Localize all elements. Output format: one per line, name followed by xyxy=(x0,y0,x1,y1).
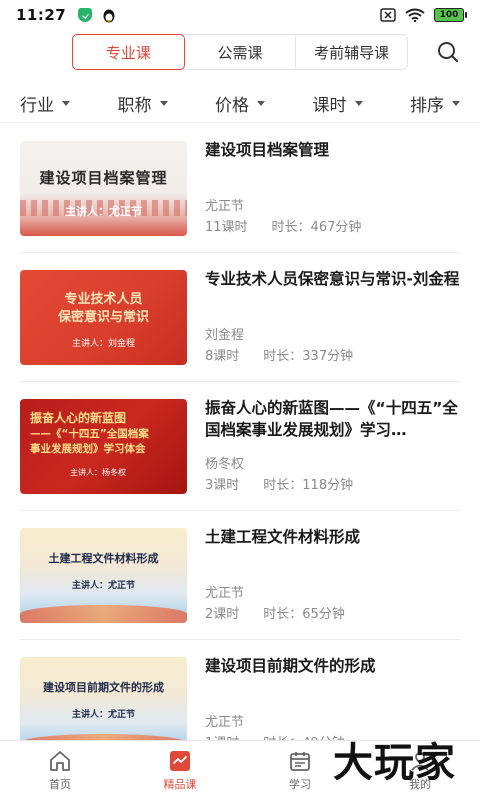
course-thumbnail: 振奋人心的新蓝图 ——《“十四五”全国档案 事业发展规划》学习体会 主讲人：杨冬… xyxy=(20,399,187,494)
thumbnail-speaker: 主讲人：杨冬权 xyxy=(70,468,126,477)
course-thumbnail: 建设项目档案管理 主讲人：尤正节 xyxy=(20,141,187,236)
course-author: 尤正节 xyxy=(205,715,245,730)
thumbnail-speaker: 主讲人：刘金程 xyxy=(71,339,135,349)
course-title: 建设项目档案管理 xyxy=(205,141,330,159)
course-stats: 8课时 时长：337分钟 xyxy=(205,345,353,364)
filter-bar: 行业 职称 价格 课时 排序 xyxy=(0,86,480,120)
thumbnail-title: ——《“十四五”全国档案 xyxy=(30,428,149,440)
caret-down-icon xyxy=(452,100,460,106)
course-title: 建设项目前期文件的形成 xyxy=(205,657,376,675)
course-stats: 2课时 时长：65分钟 xyxy=(205,603,345,622)
course-thumbnail: 专业技术人员 保密意识与常识 主讲人：刘金程 xyxy=(20,270,187,365)
tab-public[interactable]: 公需课 xyxy=(185,35,297,69)
filter-label: 排序 xyxy=(410,95,444,116)
thumbnail-title: 事业发展规划》学习体会 xyxy=(30,443,146,455)
course-duration: 时长：467分钟 xyxy=(271,220,362,235)
divider xyxy=(0,122,480,123)
filter-label: 价格 xyxy=(215,95,249,116)
course-item[interactable]: 建设项目档案管理 主讲人：尤正节 建设项目档案管理 尤正节 11课时 时长：46… xyxy=(20,124,460,253)
close-box-icon xyxy=(380,8,396,22)
home-icon xyxy=(50,751,70,771)
course-thumbnail: 土建工程文件材料形成 主讲人：尤正节 xyxy=(20,528,187,623)
course-stats: 11课时 时长：467分钟 xyxy=(205,216,361,235)
filter-title[interactable]: 职称 xyxy=(118,86,168,120)
caret-down-icon xyxy=(257,100,265,106)
thumbnail-title: 专业技术人员 xyxy=(64,292,143,307)
course-author: 尤正节 xyxy=(205,199,245,214)
caret-down-icon xyxy=(62,100,70,106)
course-item[interactable]: 土建工程文件材料形成 主讲人：尤正节 土建工程文件材料形成 尤正节 2课时 时长… xyxy=(20,511,460,640)
filter-label: 行业 xyxy=(20,95,54,116)
course-title: 土建工程文件材料形成 xyxy=(205,528,361,546)
course-duration: 时长：118分钟 xyxy=(263,478,354,493)
filter-label: 职称 xyxy=(117,95,152,116)
filter-sort[interactable]: 排序 xyxy=(410,86,460,120)
course-lessons: 2课时 xyxy=(205,607,240,622)
search-icon[interactable] xyxy=(436,40,460,64)
status-bar: 11:27 100 xyxy=(0,0,480,30)
status-time: 11:27 xyxy=(16,6,67,24)
thumbnail-title: 建设项目档案管理 xyxy=(39,169,168,187)
nav-home[interactable]: 首页 xyxy=(0,741,120,800)
course-duration: 时长：337分钟 xyxy=(263,349,354,364)
thumbnail-title: 土建工程文件材料形成 xyxy=(48,552,159,565)
thumbnail-title: 保密意识与常识 xyxy=(57,310,149,325)
course-author: 尤正节 xyxy=(205,586,245,601)
caret-down-icon xyxy=(159,100,168,106)
course-item[interactable]: 建设项目前期文件的形成 主讲人：尤正节 建设项目前期文件的形成 尤正节 1课时 … xyxy=(20,640,460,740)
nav-label: 首页 xyxy=(49,778,71,791)
nav-courses[interactable]: 精品课 xyxy=(120,741,240,800)
caret-down-icon xyxy=(354,100,363,106)
wifi-icon xyxy=(405,8,425,22)
course-lessons: 1课时 xyxy=(205,732,239,740)
tab-professional[interactable]: 专业课 xyxy=(72,34,185,70)
course-stats: 3课时 时长：118分钟 xyxy=(205,474,353,493)
landscape-decoration xyxy=(20,605,187,623)
course-author: 刘金程 xyxy=(205,328,245,343)
course-list: 建设项目档案管理 主讲人：尤正节 建设项目档案管理 尤正节 11课时 时长：46… xyxy=(0,124,480,740)
course-duration: 时长：65分钟 xyxy=(263,607,345,622)
watermark-text: 大玩家 xyxy=(333,739,456,786)
filter-hours[interactable]: 课时 xyxy=(313,86,363,120)
shield-icon xyxy=(78,8,93,22)
thumbnail-speaker: 主讲人：尤正节 xyxy=(71,581,135,591)
thumbnail-speaker: 主讲人：尤正节 xyxy=(65,205,142,218)
course-type-tabs: 专业课 公需课 考前辅导课 xyxy=(72,34,408,70)
course-lessons: 8课时 xyxy=(205,349,240,364)
course-stats: 1课时 时长：49分钟 xyxy=(205,732,345,740)
course-icon xyxy=(170,751,190,771)
course-thumbnail: 建设项目前期文件的形成 主讲人：尤正节 xyxy=(20,657,187,740)
thumbnail-title: 建设项目前期文件的形成 xyxy=(43,681,164,694)
nav-label: 精品课 xyxy=(163,778,197,791)
battery-icon: 100 xyxy=(434,8,467,22)
course-item[interactable]: 专业技术人员 保密意识与常识 主讲人：刘金程 专业技术人员保密意识与常识-刘金程… xyxy=(20,253,460,382)
course-lessons: 11课时 xyxy=(205,220,248,235)
tab-exam-prep[interactable]: 考前辅导课 xyxy=(296,35,407,69)
thumbnail-speaker: 主讲人：尤正节 xyxy=(71,710,135,720)
course-title: 专业技术人员保密意识与常识-刘金程 xyxy=(205,270,460,288)
calendar-icon xyxy=(290,752,310,771)
course-author: 杨冬权 xyxy=(205,457,245,472)
nav-label: 学习 xyxy=(289,778,311,791)
filter-label: 课时 xyxy=(312,95,347,116)
penguin-icon xyxy=(103,9,115,22)
course-item[interactable]: 振奋人心的新蓝图 ——《“十四五”全国档案 事业发展规划》学习体会 主讲人：杨冬… xyxy=(20,382,460,511)
course-lessons: 3课时 xyxy=(205,478,240,493)
course-title: 振奋人心的新蓝图——《“十四五”全国档案事业发展规划》学习… xyxy=(205,399,458,439)
filter-industry[interactable]: 行业 xyxy=(20,86,70,120)
filter-price[interactable]: 价格 xyxy=(215,86,265,120)
thumbnail-title: 振奋人心的新蓝图 xyxy=(30,411,127,425)
